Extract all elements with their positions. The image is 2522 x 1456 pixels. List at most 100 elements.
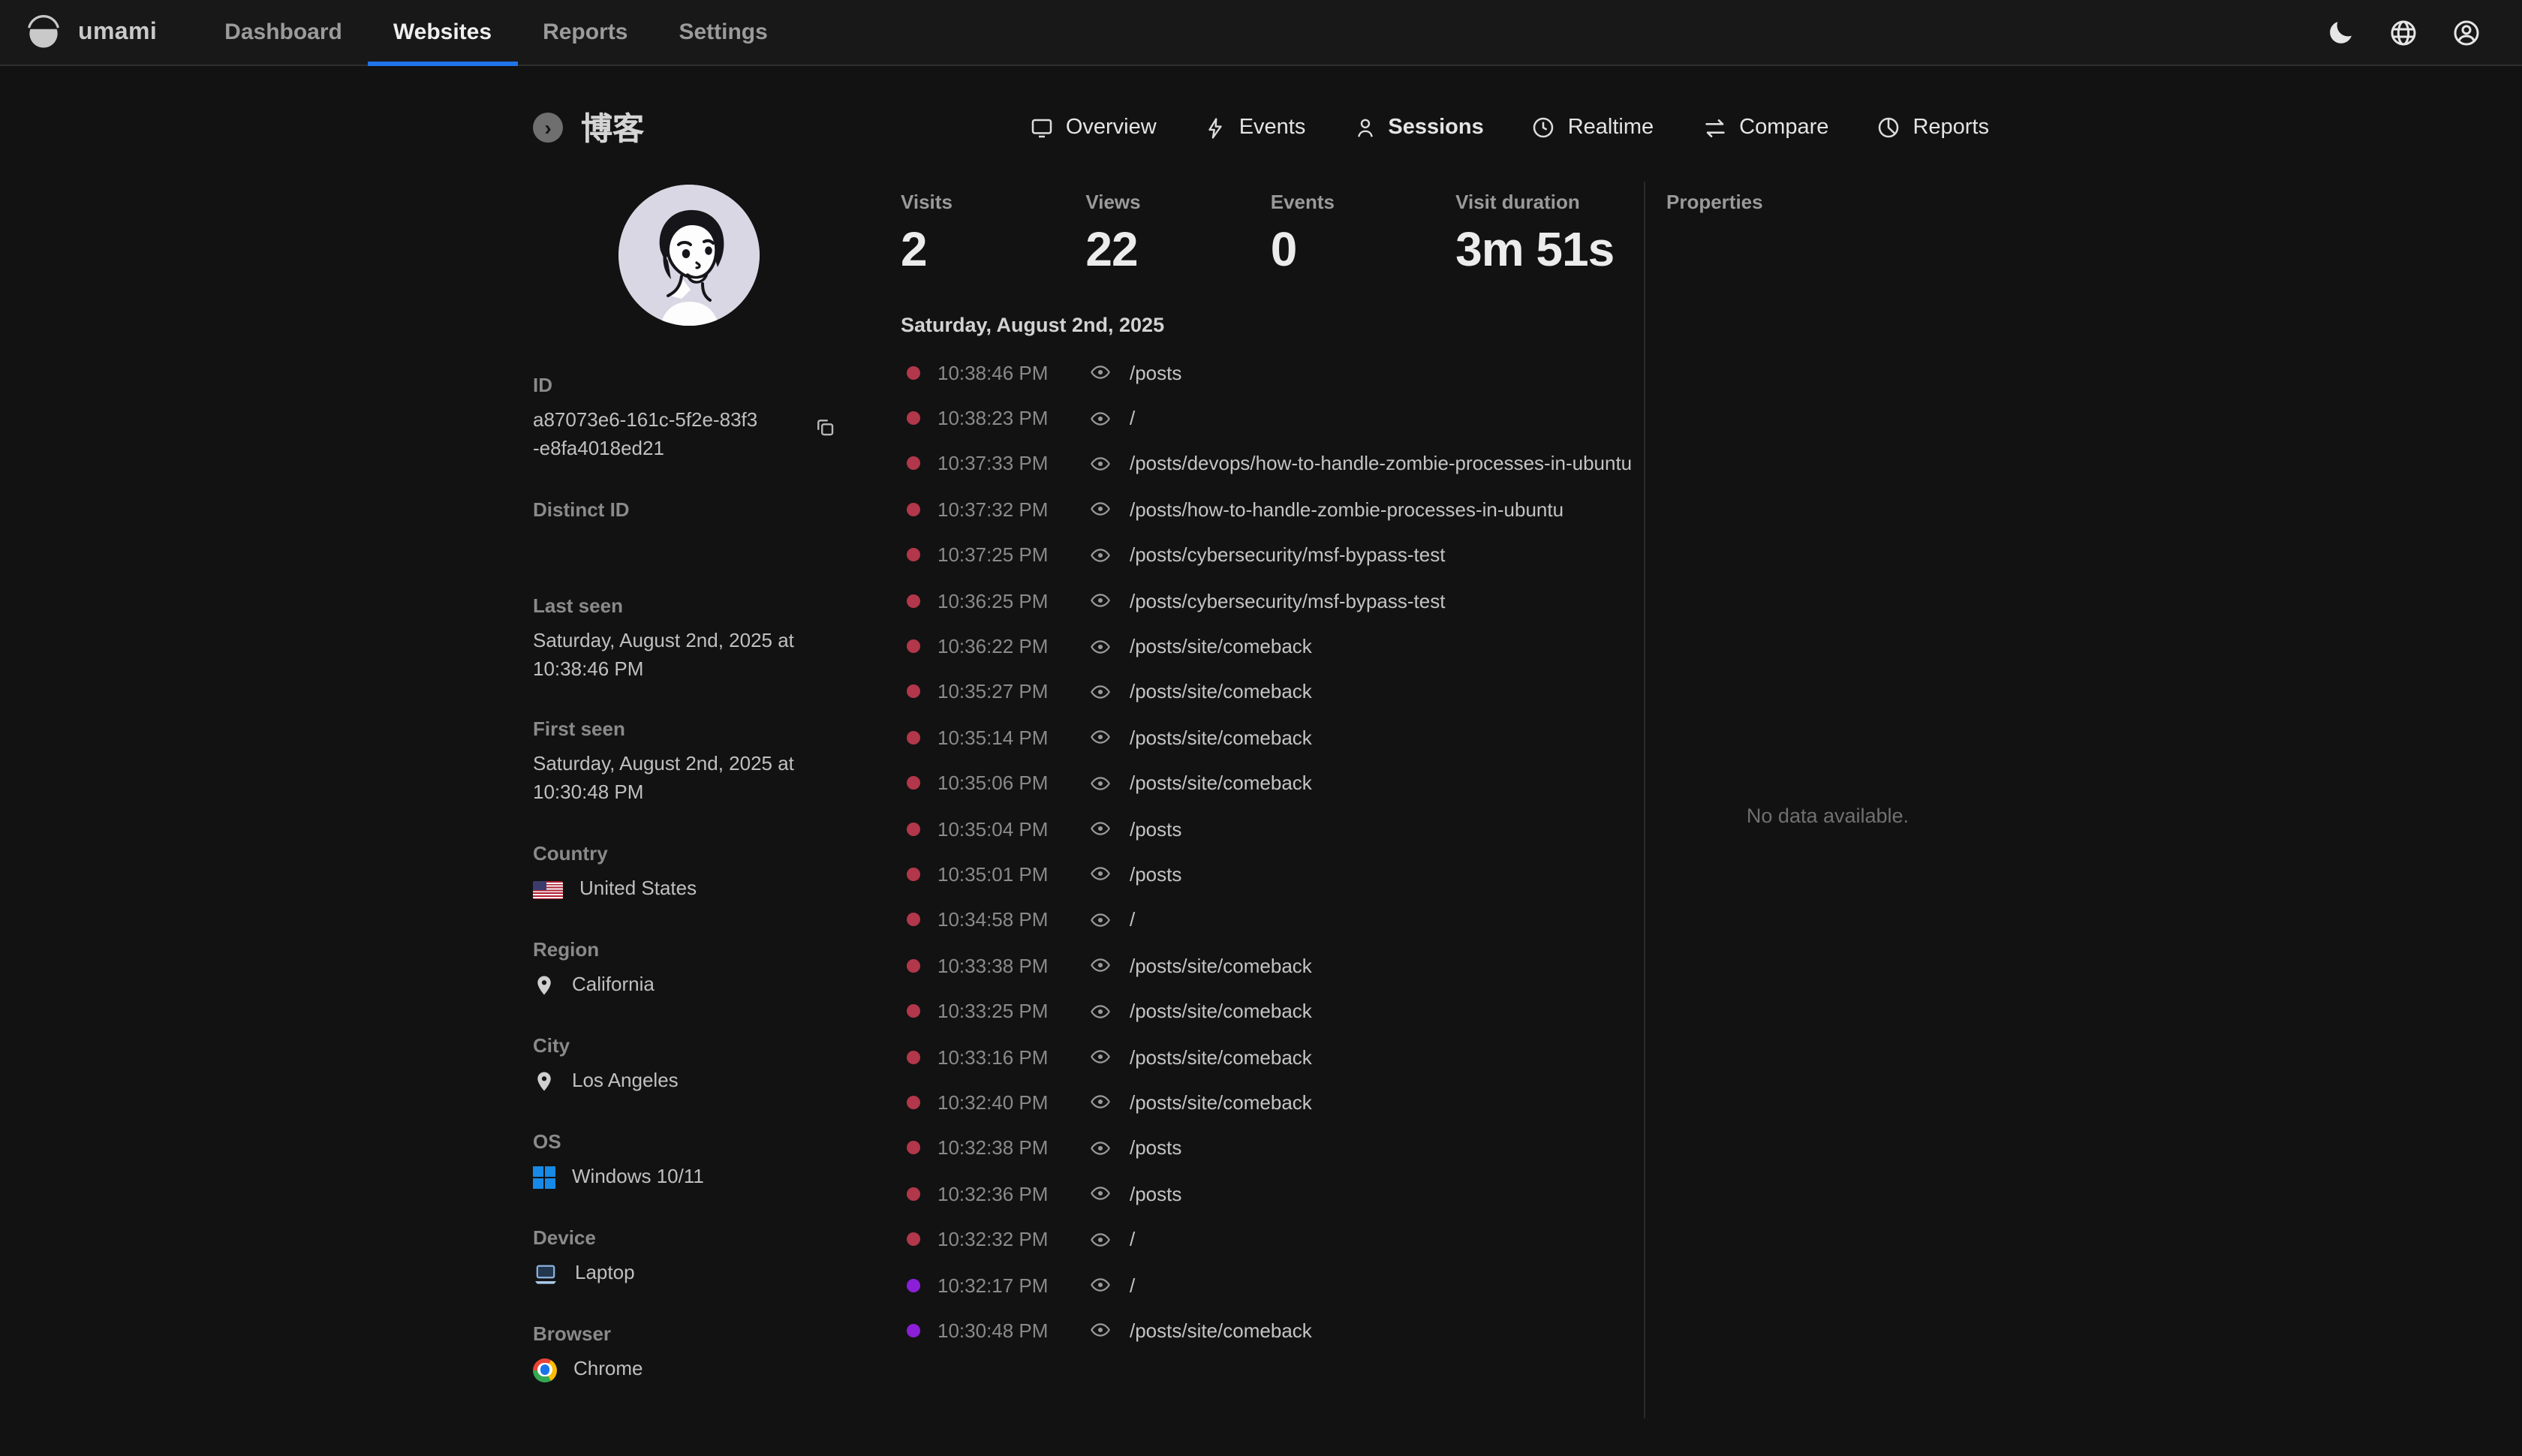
nav-item-reports[interactable]: Reports (517, 0, 653, 65)
brand[interactable]: umami (24, 13, 157, 52)
event-time: 10:33:38 PM (937, 955, 1089, 977)
nav-item-websites[interactable]: Websites (368, 0, 517, 65)
field-label: Country (533, 842, 844, 865)
pageview-eye-icon (1089, 1320, 1110, 1341)
activity-log: 10:38:46 PM /posts 10:38:23 PM (901, 350, 1644, 1353)
tab-label: Events (1239, 116, 1306, 140)
person-icon (1353, 116, 1376, 139)
nav-item-settings[interactable]: Settings (653, 0, 793, 65)
pageview-eye-icon (1089, 1229, 1110, 1250)
activity-row: 10:38:46 PM /posts (901, 350, 1644, 396)
profile-button[interactable] (2447, 13, 2486, 52)
activity-row: 10:35:04 PM /posts (901, 806, 1644, 852)
globe-icon (2388, 17, 2418, 47)
event-path: /posts/site/comeback (1130, 772, 1312, 794)
visit-color-dot (906, 1050, 919, 1063)
event-time: 10:37:33 PM (937, 453, 1089, 475)
tab-label: Overview (1066, 116, 1157, 140)
umami-logo-icon (24, 13, 63, 52)
tab-label: Compare (1739, 116, 1828, 140)
nav-item-dashboard[interactable]: Dashboard (199, 0, 368, 65)
event-path: /posts/site/comeback (1130, 1091, 1312, 1114)
stat-value: 2 (901, 222, 1085, 278)
tab-realtime[interactable]: Realtime (1532, 116, 1654, 140)
pie-icon (1876, 116, 1901, 140)
location-pin-icon (533, 1070, 555, 1093)
visit-color-dot (906, 776, 919, 790)
field-label: Device (533, 1226, 844, 1249)
field-value: Chrome (533, 1355, 844, 1384)
activity-row: 10:32:40 PM /posts/site/comeback (901, 1080, 1644, 1126)
event-time: 10:38:46 PM (937, 361, 1089, 384)
tab-label: Sessions (1388, 116, 1483, 140)
event-path: /posts (1130, 863, 1181, 886)
event-time: 10:36:22 PM (937, 635, 1089, 657)
monitor-icon (1030, 116, 1054, 140)
view-tabs: Overview Events Sessions (1030, 115, 1989, 140)
session-info-panel: ID a87073e6-161c-5f2e-83f3-e8fa4018ed21 … (533, 182, 901, 1418)
pageview-eye-icon (1089, 362, 1110, 383)
tab-reports[interactable]: Reports (1876, 116, 1989, 140)
stat-visits: Visits 2 (901, 191, 1085, 278)
activity-row: 10:36:22 PM /posts/site/comeback (901, 624, 1644, 669)
stat-value: 0 (1271, 222, 1455, 278)
event-path: /posts/site/comeback (1130, 635, 1312, 657)
theme-toggle-button[interactable] (2321, 13, 2360, 52)
event-path: /posts/site/comeback (1130, 681, 1312, 703)
field-value: Windows 10/11 (533, 1163, 844, 1192)
main-nav: Dashboard Websites Reports Settings (199, 0, 793, 65)
visit-color-dot (906, 1324, 919, 1337)
field-city: City Los Angeles (533, 1034, 844, 1096)
copy-id-button[interactable] (814, 413, 841, 440)
browser-value: Chrome (573, 1355, 643, 1384)
activity-row: 10:33:38 PM /posts/site/comeback (901, 943, 1644, 988)
tab-sessions[interactable]: Sessions (1353, 116, 1483, 140)
event-path: / (1130, 909, 1135, 931)
pageview-eye-icon (1089, 499, 1110, 520)
field-label: First seen (533, 718, 844, 741)
region-value: California (572, 971, 655, 1000)
profile-icon (2451, 17, 2481, 47)
activity-row: 10:38:23 PM / (901, 396, 1644, 441)
session-detail-layout: ID a87073e6-161c-5f2e-83f3-e8fa4018ed21 … (533, 182, 1989, 1418)
language-button[interactable] (2384, 13, 2423, 52)
umami-app: umami Dashboard Websites Reports Setting… (0, 0, 2522, 1456)
visit-color-dot (906, 1004, 919, 1018)
tab-overview[interactable]: Overview (1030, 116, 1157, 140)
pageview-eye-icon (1089, 681, 1110, 702)
stat-views: Views 22 (1085, 191, 1270, 278)
moon-icon (2326, 18, 2355, 47)
event-path: /posts (1130, 817, 1181, 840)
pageview-eye-icon (1089, 1138, 1110, 1159)
event-time: 10:35:01 PM (937, 863, 1089, 886)
visit-color-dot (906, 913, 919, 927)
event-time: 10:35:14 PM (937, 726, 1089, 749)
event-path: / (1130, 407, 1135, 429)
visit-color-dot (906, 1278, 919, 1292)
arrows-icon (1702, 115, 1727, 140)
event-path: /posts/site/comeback (1130, 1319, 1312, 1342)
visit-color-dot (906, 549, 919, 562)
activity-column: Visits 2 Views 22 Events 0 Visit duratio… (901, 182, 1644, 1353)
brand-name: umami (78, 19, 157, 46)
laptop-icon (533, 1263, 558, 1284)
field-label: Distinct ID (533, 498, 844, 520)
event-path: /posts/cybersecurity/msf-bypass-test (1130, 544, 1445, 567)
pageview-eye-icon (1089, 1046, 1110, 1067)
pageview-eye-icon (1089, 408, 1110, 429)
visit-color-dot (906, 1096, 919, 1109)
copy-icon (814, 415, 841, 438)
avatar-wrap (533, 185, 844, 326)
properties-empty-text: No data available. (1666, 213, 1989, 1418)
visit-color-dot (906, 639, 919, 653)
event-time: 10:37:32 PM (937, 498, 1089, 521)
clock-icon (1532, 116, 1556, 140)
us-flag-icon (533, 880, 563, 898)
field-browser: Browser Chrome (533, 1322, 844, 1384)
tab-events[interactable]: Events (1205, 116, 1306, 140)
website-link-button[interactable]: › (533, 113, 563, 143)
field-label: Last seen (533, 594, 844, 616)
stats-row: Visits 2 Views 22 Events 0 Visit duratio… (901, 191, 1644, 278)
visit-color-dot (906, 868, 919, 881)
tab-compare[interactable]: Compare (1702, 115, 1828, 140)
